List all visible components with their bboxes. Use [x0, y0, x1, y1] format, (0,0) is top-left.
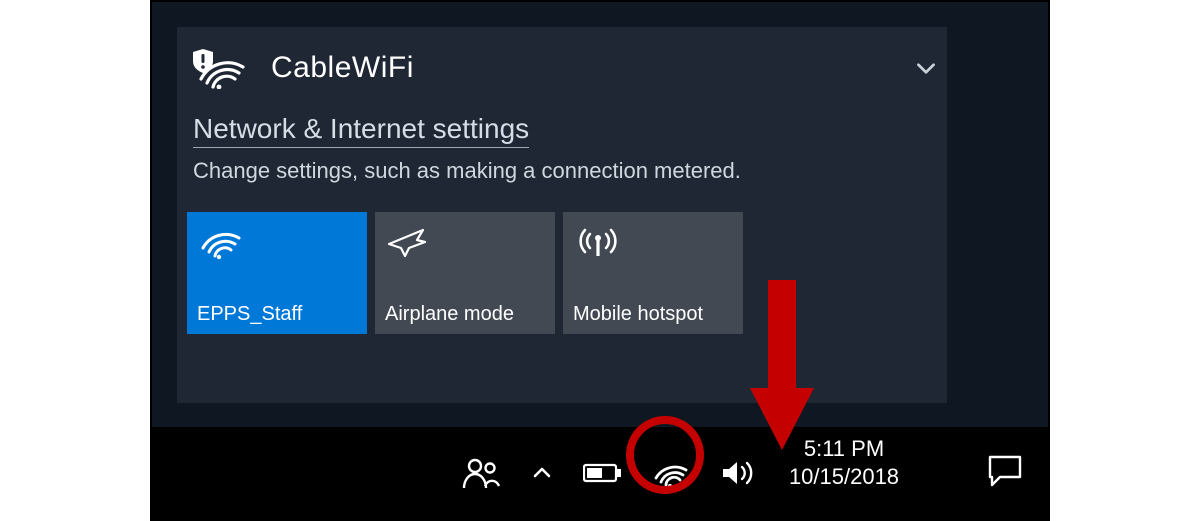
wifi-tray-icon[interactable]	[650, 452, 692, 494]
network-flyout: CableWiFi Network & Internet settings Ch…	[177, 27, 947, 403]
volume-icon[interactable]	[718, 452, 760, 494]
airplane-mode-tile[interactable]: Airplane mode	[375, 212, 555, 334]
quick-action-tiles: EPPS_Staff Airplane mode	[177, 198, 947, 344]
network-settings-link[interactable]: Network & Internet settings	[193, 113, 529, 148]
battery-icon[interactable]	[582, 452, 624, 494]
network-list-item[interactable]: CableWiFi	[177, 27, 947, 113]
hotspot-icon	[575, 224, 621, 258]
chevron-down-icon[interactable]	[913, 55, 939, 81]
screenshot-frame: CableWiFi Network & Internet settings Ch…	[150, 0, 1050, 521]
system-tray	[460, 427, 760, 519]
network-settings-caption: Change settings, such as making a connec…	[193, 158, 931, 184]
people-icon[interactable]	[460, 452, 502, 494]
action-center-icon[interactable]	[986, 453, 1024, 489]
taskbar-clock[interactable]: 5:11 PM 10/15/2018	[764, 435, 924, 490]
tray-expand-chevron-icon[interactable]	[528, 452, 556, 494]
hotspot-tile-label: Mobile hotspot	[573, 303, 733, 326]
network-name: CableWiFi	[271, 51, 414, 85]
taskbar: 5:11 PM 10/15/2018	[152, 427, 1048, 519]
wifi-open-warning-icon	[193, 47, 249, 89]
taskbar-time: 5:11 PM	[764, 435, 924, 463]
taskbar-date: 10/15/2018	[764, 463, 924, 491]
wifi-tile-label: EPPS_Staff	[197, 303, 357, 326]
airplane-icon	[387, 224, 427, 258]
airplane-tile-label: Airplane mode	[385, 303, 545, 326]
mobile-hotspot-tile[interactable]: Mobile hotspot	[563, 212, 743, 334]
network-settings-section: Network & Internet settings Change setti…	[177, 113, 947, 198]
wifi-icon	[199, 224, 243, 260]
wifi-tile[interactable]: EPPS_Staff	[187, 212, 367, 334]
